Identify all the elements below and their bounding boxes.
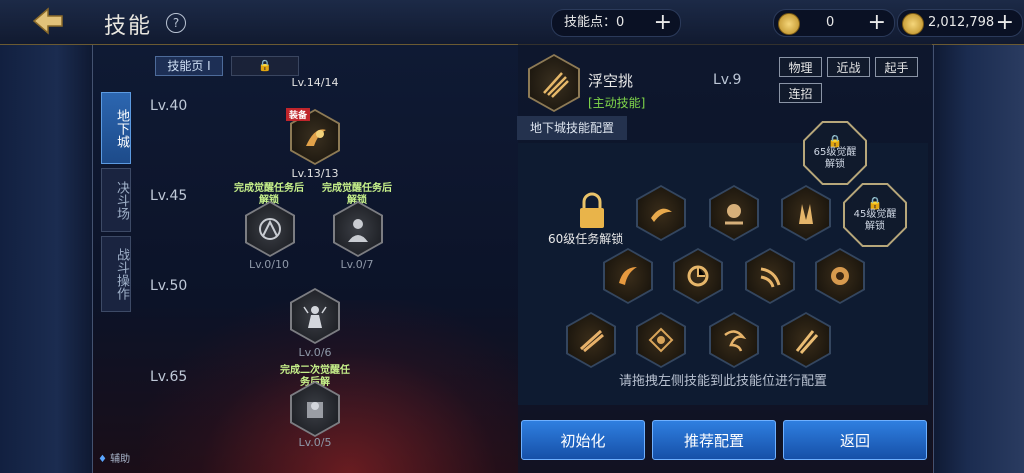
skill-node-lv45-a-level: Lv.0/10 xyxy=(249,258,289,271)
left-background-art xyxy=(0,44,95,473)
skill-page-2-tab[interactable]: 🔒 xyxy=(231,56,299,76)
tag-physical: 物理 xyxy=(779,57,822,77)
skill-name: 浮空挑 xyxy=(588,72,634,90)
tab-dungeon[interactable]: 地下城 xyxy=(101,92,131,164)
back-arrow-icon[interactable] xyxy=(26,6,66,36)
add-gold-icon[interactable]: + xyxy=(996,10,1014,36)
slot-60-locked[interactable] xyxy=(566,188,618,236)
tag-combo: 连招 xyxy=(779,83,822,103)
skill-points-value: 0 xyxy=(616,15,625,30)
gold-display: 2,012,798 + xyxy=(897,9,1023,37)
skill-node-lv50-level: Lv.0/6 xyxy=(298,346,332,359)
lock-icon: 🔒 xyxy=(827,134,843,148)
level-label-65: Lv.65 xyxy=(150,369,188,385)
gold-icon xyxy=(902,13,924,35)
skill-node-lv45-b-level: Lv.0/7 xyxy=(340,258,374,271)
tag-starter: 起手 xyxy=(875,57,918,77)
tab-duel[interactable]: 决斗场 xyxy=(101,168,131,232)
reset-button[interactable]: 初始化 xyxy=(521,420,645,460)
top-node-level: Lv.14/14 xyxy=(291,76,339,89)
lock-icon: 🔒 xyxy=(867,196,883,210)
tag-melee: 近战 xyxy=(827,57,870,77)
add-coin-icon[interactable]: + xyxy=(868,10,886,36)
skill-points-display: 技能点：0 + xyxy=(551,9,681,37)
level-label-40: Lv.40 xyxy=(150,98,188,114)
skill-node-lv65-level: Lv.0/5 xyxy=(298,436,332,449)
skill-node-lv40-level: Lv.13/13 xyxy=(291,167,339,180)
assist-button[interactable]: ♦ 辅助 xyxy=(98,450,130,465)
config-hint: 请拖拽左侧技能到此技能位进行配置 xyxy=(618,374,827,389)
level-label-45: Lv.45 xyxy=(150,188,188,204)
coin-display: 0 + xyxy=(773,9,895,37)
gold-value: 2,012,798 xyxy=(928,15,995,30)
page-title: 技能 xyxy=(104,14,153,39)
level-label-50: Lv.50 xyxy=(150,278,188,294)
help-icon[interactable]: ? xyxy=(166,13,186,33)
skill-points-label: 技能点 xyxy=(564,15,604,30)
tab-combat-controls[interactable]: 战斗操作 xyxy=(101,236,131,312)
recommend-config-button[interactable]: 推荐配置 xyxy=(652,420,776,460)
skill-config-area xyxy=(518,143,928,405)
lock-icon: 🔒 xyxy=(258,59,272,72)
equipped-badge: 装备 xyxy=(286,108,311,121)
add-skill-points-icon[interactable]: + xyxy=(654,10,672,36)
dungeon-config-header: 地下城技能配置 xyxy=(517,116,627,140)
skill-type: [主动技能] xyxy=(588,96,646,110)
skill-page-1-tab[interactable]: 技能页 I xyxy=(155,56,223,76)
slot-60-unlock-label: 60级任务解锁 xyxy=(548,232,624,246)
coin-value: 0 xyxy=(826,15,835,30)
skill-level: Lv.9 xyxy=(713,72,742,88)
right-background-art xyxy=(930,44,1024,473)
coin-icon xyxy=(778,13,800,35)
return-button[interactable]: 返回 xyxy=(783,420,927,460)
